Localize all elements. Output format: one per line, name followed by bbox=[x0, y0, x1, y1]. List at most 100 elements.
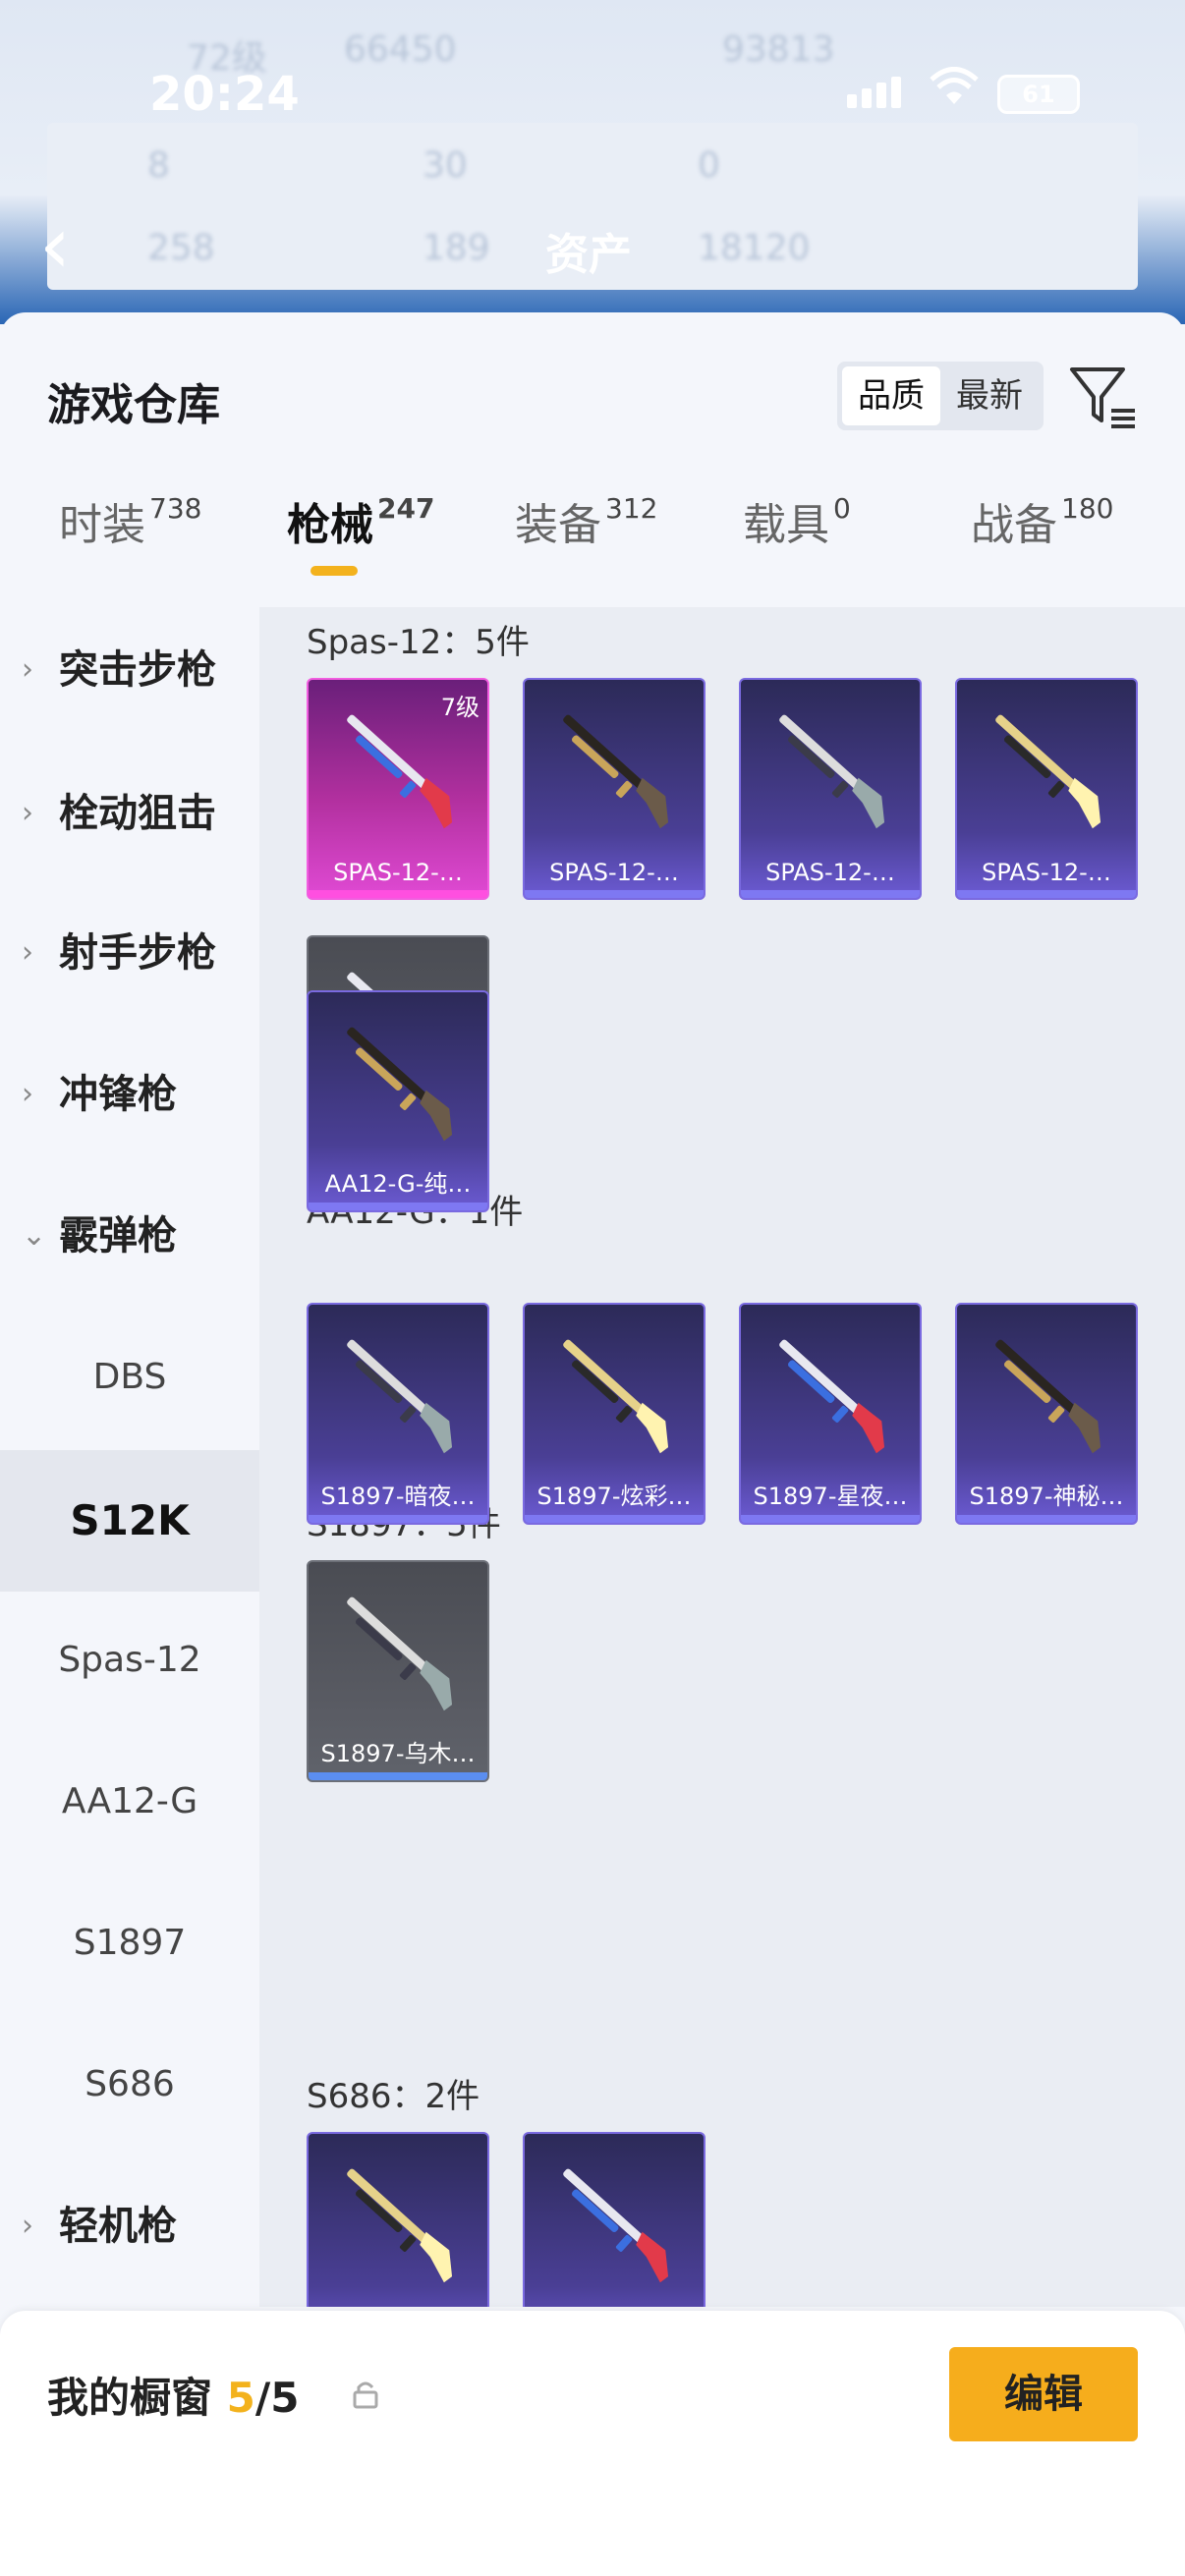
item-card[interactable] bbox=[307, 2132, 489, 2307]
rarity-bar bbox=[309, 1203, 487, 1210]
active-tab-indicator bbox=[310, 566, 358, 576]
wifi-icon bbox=[929, 67, 980, 117]
item-name: S1897-炫彩… bbox=[536, 1483, 692, 1510]
rarity-bar bbox=[309, 890, 487, 898]
tab-count: 0 bbox=[833, 492, 851, 525]
showcase-title: 我的橱窗 bbox=[47, 2374, 213, 2422]
showcase-total: /5 bbox=[254, 2374, 300, 2422]
tab-label: 载具 bbox=[743, 500, 829, 550]
shotgun-icon bbox=[779, 1339, 885, 1454]
warehouse-title: 游戏仓库 bbox=[47, 380, 220, 430]
sidebar-item[interactable]: › 栓动狙击 bbox=[0, 743, 259, 884]
item-card[interactable]: S1897-暗夜… bbox=[307, 1303, 489, 1525]
bg-stat: 30 bbox=[423, 145, 468, 186]
chevron-right-icon: › bbox=[22, 1077, 33, 1111]
tab-firearms[interactable]: 枪械 247 bbox=[287, 489, 434, 552]
shotgun-icon bbox=[347, 2168, 453, 2283]
background-header: 72级 66450 93813 8 30 0 258 189 18120 ‹ 资… bbox=[0, 0, 1185, 324]
sidebar-item-label: S686 bbox=[85, 2064, 175, 2104]
tab-label: 战备 bbox=[971, 500, 1057, 550]
tab-count: 738 bbox=[149, 492, 202, 525]
filter-icon[interactable] bbox=[1066, 360, 1141, 434]
item-card[interactable]: AA12-G-纯… bbox=[307, 990, 489, 1212]
sidebar-item-label: DBS bbox=[92, 1357, 167, 1397]
bg-stat: 189 bbox=[423, 228, 490, 268]
rarity-bar bbox=[741, 890, 920, 898]
tab-count: 180 bbox=[1061, 492, 1114, 525]
item-card[interactable] bbox=[523, 2132, 705, 2307]
status-bar: 20:24 61 bbox=[0, 59, 1185, 138]
sidebar-item[interactable]: S12K bbox=[0, 1450, 259, 1592]
shotgun-icon bbox=[347, 1027, 453, 1142]
item-grid: Spas-12：5件 7级 SPAS-12-… SPAS-12-… SPAS-12-… S… bbox=[259, 607, 1185, 2307]
sidebar-item[interactable]: › 射手步枪 bbox=[0, 882, 259, 1024]
bg-stat: 258 bbox=[147, 228, 215, 268]
item-card[interactable]: S1897-炫彩… bbox=[523, 1303, 705, 1525]
shotgun-icon bbox=[995, 714, 1101, 829]
sidebar-item-label: S12K bbox=[70, 1496, 190, 1544]
rarity-bar bbox=[957, 890, 1136, 898]
lock-icon bbox=[353, 2381, 378, 2409]
rarity-bar bbox=[741, 1515, 920, 1523]
showcase-label: 我的橱窗 5/5 bbox=[47, 2365, 299, 2425]
sidebar-item-label: 突击步枪 bbox=[59, 647, 216, 693]
edit-button[interactable]: 编辑 bbox=[949, 2347, 1138, 2441]
showcase-count: 5 bbox=[226, 2374, 255, 2422]
chevron-right-icon: › bbox=[22, 935, 33, 970]
shotgun-icon bbox=[563, 2168, 669, 2283]
group-title: S686：2件 bbox=[307, 2077, 480, 2116]
rarity-bar bbox=[309, 1515, 487, 1523]
sidebar-item-label: S1897 bbox=[73, 1923, 187, 1963]
item-card[interactable]: SPAS-12-… bbox=[739, 678, 922, 900]
item-card[interactable]: SPAS-12-… bbox=[955, 678, 1138, 900]
sidebar-item[interactable]: ⌄ 霰弹枪 bbox=[0, 1165, 259, 1307]
sort-toggle: 品质 最新 bbox=[837, 362, 1044, 430]
sidebar-item[interactable]: Spas-12 bbox=[0, 1590, 259, 1731]
sidebar-item-label: 霰弹枪 bbox=[59, 1213, 177, 1259]
tab-fashion[interactable]: 时装 738 bbox=[59, 489, 201, 552]
sidebar-item-label: Spas-12 bbox=[58, 1640, 201, 1680]
item-level: 7级 bbox=[440, 694, 480, 721]
item-card[interactable]: S1897-星夜… bbox=[739, 1303, 922, 1525]
sidebar-item[interactable]: › 突击步枪 bbox=[0, 599, 259, 741]
sidebar-item[interactable]: › 冲锋枪 bbox=[0, 1024, 259, 1165]
item-card[interactable]: 7级 SPAS-12-… bbox=[307, 678, 489, 900]
sidebar-item[interactable]: AA12-G bbox=[0, 1731, 259, 1873]
bg-stat: 8 bbox=[147, 145, 170, 186]
tab-vehicles[interactable]: 载具 0 bbox=[743, 489, 851, 552]
tab-label: 时装 bbox=[59, 500, 145, 550]
item-name: SPAS-12-… bbox=[765, 859, 895, 886]
category-tabs: 时装 738 枪械 247 装备 312 载具 0 战备 180 bbox=[0, 489, 1185, 597]
sidebar-item-label: 轻机枪 bbox=[59, 2204, 177, 2249]
clock: 20:24 bbox=[149, 67, 300, 122]
shotgun-icon bbox=[347, 1596, 453, 1711]
tab-supplies[interactable]: 战备 180 bbox=[971, 489, 1113, 552]
item-name: AA12-G-纯… bbox=[324, 1170, 472, 1198]
shotgun-icon bbox=[347, 1339, 453, 1454]
page-title: 资产 bbox=[545, 230, 632, 280]
item-card[interactable]: S1897-乌木… bbox=[307, 1560, 489, 1782]
rarity-bar bbox=[957, 1515, 1136, 1523]
sidebar-item[interactable]: S686 bbox=[0, 2014, 259, 2156]
sort-quality-button[interactable]: 品质 bbox=[842, 366, 940, 425]
item-card[interactable]: SPAS-12-… bbox=[523, 678, 705, 900]
battery-icon: 61 bbox=[997, 75, 1080, 114]
item-name: SPAS-12-… bbox=[333, 859, 463, 886]
item-name: S1897-暗夜… bbox=[320, 1483, 476, 1510]
item-name: S1897-乌木… bbox=[320, 1740, 476, 1767]
sort-latest-button[interactable]: 最新 bbox=[940, 366, 1039, 425]
tab-count: 312 bbox=[605, 492, 658, 525]
item-name: S1897-神秘… bbox=[969, 1483, 1124, 1510]
back-arrow-icon[interactable]: ‹ bbox=[39, 206, 71, 285]
shotgun-icon bbox=[563, 1339, 669, 1454]
sidebar-item[interactable]: › 轻机枪 bbox=[0, 2156, 259, 2297]
sidebar-item-label: 冲锋枪 bbox=[59, 1072, 177, 1117]
tab-equipment[interactable]: 装备 312 bbox=[515, 489, 657, 552]
rarity-bar bbox=[525, 1515, 704, 1523]
item-card[interactable]: S1897-神秘… bbox=[955, 1303, 1138, 1525]
group-title: Spas-12：5件 bbox=[307, 623, 530, 662]
sidebar-item[interactable]: S1897 bbox=[0, 1873, 259, 2014]
signal-icon bbox=[847, 77, 906, 108]
shotgun-icon bbox=[779, 714, 885, 829]
sidebar-item[interactable]: DBS bbox=[0, 1307, 259, 1448]
